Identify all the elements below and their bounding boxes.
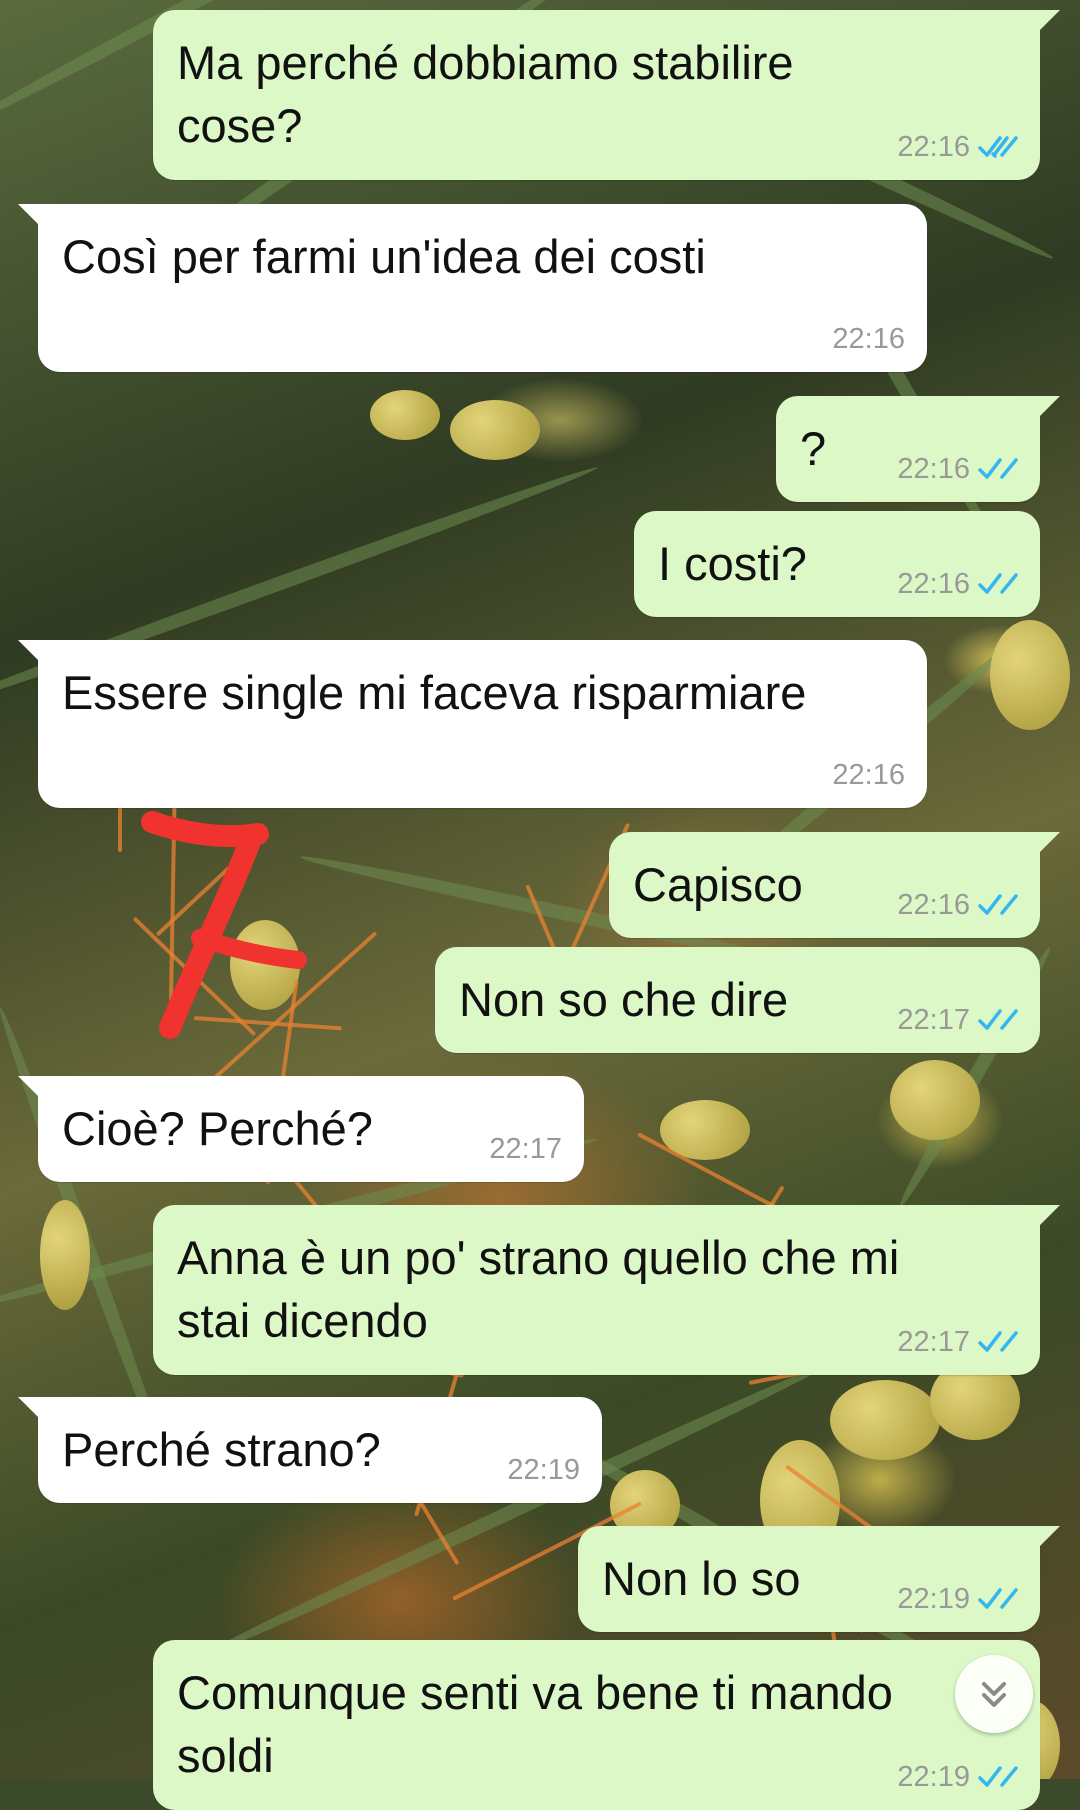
- message-time: 22:17: [897, 1004, 970, 1036]
- message-bubble-outgoing[interactable]: Comunque senti va bene ti mando soldi 22…: [153, 1640, 1040, 1810]
- message-meta: 22:17: [897, 1003, 1018, 1037]
- message-bubble-outgoing[interactable]: Ma perché dobbiamo stabilire cose? 22:16: [153, 10, 1060, 180]
- message-text: Cioè? Perché?: [62, 1102, 373, 1155]
- double-check-icon: [978, 1766, 1018, 1787]
- message-time: 22:19: [897, 1761, 970, 1793]
- message-time: 22:19: [507, 1454, 580, 1486]
- message-time: 22:16: [897, 131, 970, 163]
- message-time: 22:19: [897, 1583, 970, 1615]
- message-time: 22:17: [489, 1133, 562, 1165]
- message-time: 22:16: [897, 453, 970, 485]
- scroll-to-bottom-button[interactable]: [955, 1655, 1033, 1733]
- double-check-icon: [978, 1009, 1018, 1030]
- message-bubble-outgoing[interactable]: Anna è un po' strano quello che mi stai …: [153, 1205, 1060, 1375]
- message-bubble-outgoing[interactable]: ? 22:16: [776, 396, 1060, 502]
- message-time: 22:16: [897, 568, 970, 600]
- message-text: Ma perché dobbiamo stabilire cose?: [177, 36, 794, 152]
- message-meta: 22:17: [489, 1132, 562, 1166]
- double-check-icon: [978, 573, 1018, 594]
- message-bubble-outgoing[interactable]: I costi? 22:16: [634, 511, 1040, 617]
- message-meta: 22:19: [897, 1582, 1018, 1616]
- message-bubble-outgoing[interactable]: Capisco 22:16: [609, 832, 1060, 938]
- message-meta: 22:16: [832, 322, 905, 356]
- message-bubble-incoming[interactable]: Perché strano? 22:19: [18, 1397, 602, 1503]
- double-check-icon: [978, 458, 1018, 479]
- message-meta: 22:16: [897, 567, 1018, 601]
- double-check-icon: [978, 1588, 1018, 1609]
- message-meta: 22:19: [897, 1760, 1018, 1794]
- message-time: 22:16: [832, 323, 905, 355]
- message-meta: 22:16: [897, 130, 1018, 164]
- message-bubble-incoming[interactable]: Cioè? Perché? 22:17: [18, 1076, 584, 1182]
- message-time: 22:17: [897, 1326, 970, 1358]
- message-text: Anna è un po' strano quello che mi stai …: [177, 1231, 900, 1347]
- message-bubble-incoming[interactable]: Essere single mi faceva risparmiare 22:1…: [18, 640, 927, 808]
- message-meta: 22:16: [897, 888, 1018, 922]
- message-meta: 22:16: [897, 452, 1018, 486]
- message-time: 22:16: [897, 889, 970, 921]
- message-text: Essere single mi faceva risparmiare: [62, 666, 807, 719]
- message-bubble-incoming[interactable]: Così per farmi un'idea dei costi 22:16: [18, 204, 927, 372]
- red-seven-annotation: [141, 811, 307, 1039]
- message-text: Perché strano?: [62, 1423, 381, 1476]
- message-bubble-outgoing[interactable]: Non lo so 22:19: [578, 1526, 1060, 1632]
- message-text: Così per farmi un'idea dei costi: [62, 230, 706, 283]
- message-time: 22:16: [832, 759, 905, 791]
- double-check-icon: [978, 894, 1018, 915]
- double-check-icon: [978, 136, 1018, 158]
- double-chevron-down-icon: [982, 1682, 1006, 1707]
- message-meta: 22:17: [897, 1325, 1018, 1359]
- message-meta: 22:19: [507, 1453, 580, 1487]
- message-text: Comunque senti va bene ti mando soldi: [177, 1666, 893, 1782]
- message-meta: 22:16: [832, 758, 905, 792]
- message-bubble-outgoing[interactable]: Non so che dire 22:17: [435, 947, 1040, 1053]
- double-check-icon: [978, 1331, 1018, 1352]
